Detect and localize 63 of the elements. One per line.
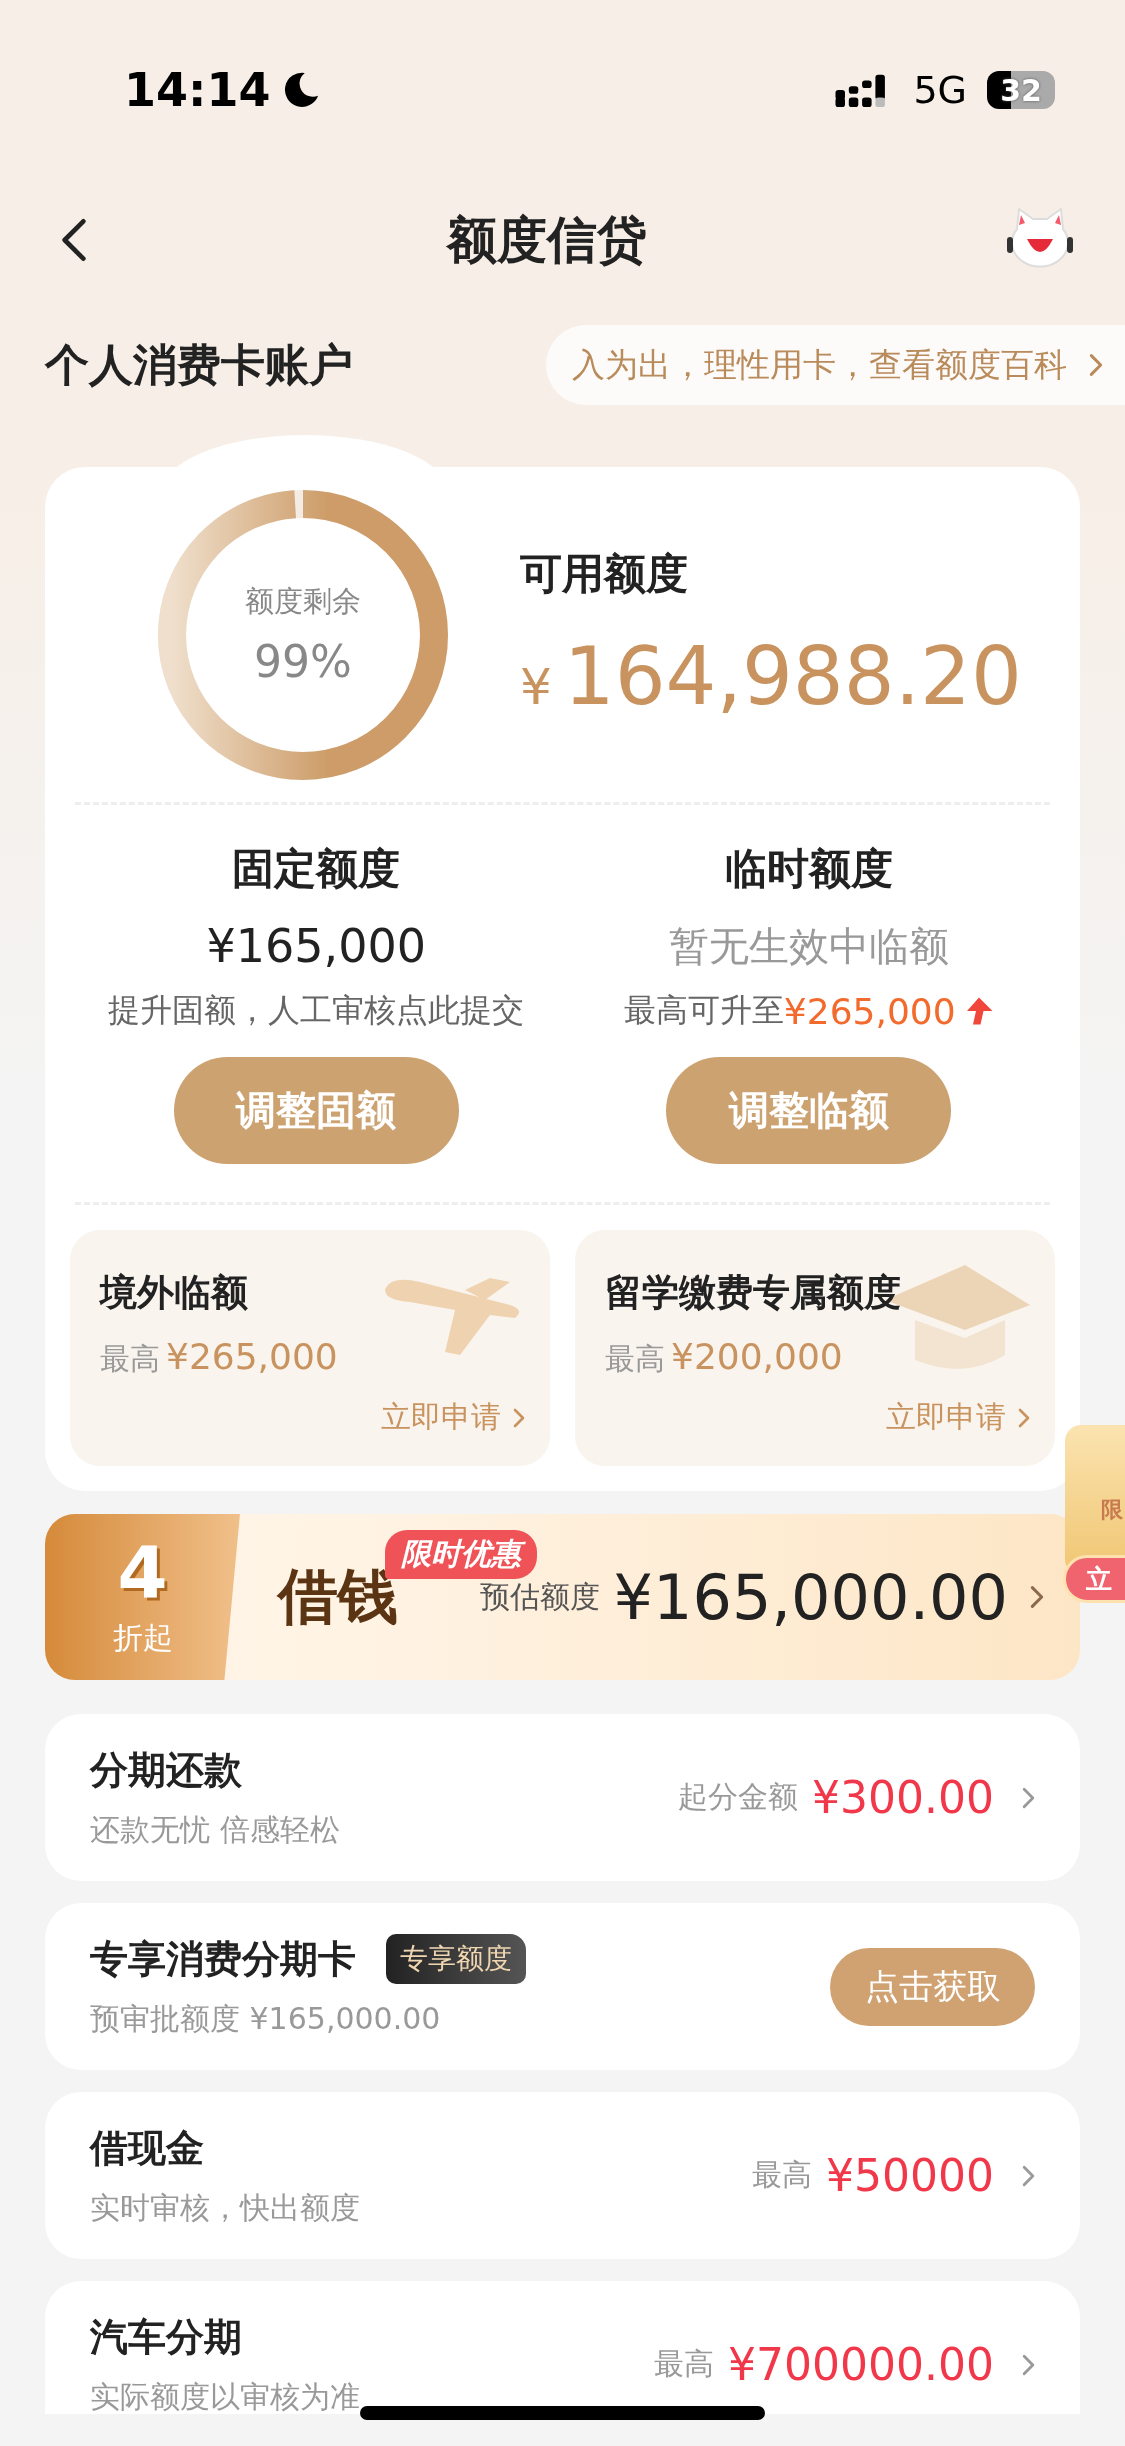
discount-unit: 折起 — [112, 1618, 173, 1657]
ring-percent: 99% — [254, 636, 352, 687]
chevron-icon — [1018, 1406, 1030, 1429]
ring-label: 额度剩余 — [245, 583, 361, 620]
product-card[interactable]: 借现金 实时审核，快出额度 最高 ¥50000 — [45, 2092, 1080, 2259]
network-label: 5G — [913, 68, 967, 112]
adjust-button[interactable]: 调整临额 — [666, 1057, 952, 1164]
discount-value: 4 — [117, 1535, 168, 1608]
product-card[interactable]: 专享消费分期卡 专享额度 预审批额度 ¥165,000.00 点击获取 — [45, 1903, 1080, 2070]
get-button[interactable]: 点击获取 — [830, 1947, 1035, 2026]
product-title: 借现金 — [90, 2124, 204, 2172]
section-title: 个人消费卡账户 — [45, 337, 353, 392]
product-card[interactable]: 分期还款 还款无忧 倍感轻松 起分金额 ¥300.00 — [45, 1714, 1080, 1881]
offer-title: 留学缴费专属额度 — [605, 1270, 902, 1316]
limit-title: 固定额度 — [232, 843, 401, 895]
estimate-amount: ¥165,000.00 — [613, 1560, 1008, 1634]
clock-time: 14:14 — [124, 63, 271, 117]
product-title: 汽车分期 — [90, 2313, 242, 2361]
offer-title: 境外临额 — [100, 1270, 249, 1316]
moon-icon — [282, 71, 321, 109]
product-amount: ¥300.00 — [812, 1772, 994, 1823]
adjust-button[interactable]: 调整固额 — [173, 1057, 459, 1164]
product-tag: 专享额度 — [386, 1934, 526, 1984]
page-title: 额度信贷 — [446, 209, 647, 271]
chevron-icon — [1022, 1785, 1035, 1810]
limit-max-amount: ¥265,000 — [783, 990, 956, 1032]
limit-title: 临时额度 — [724, 843, 893, 895]
chevron-icon — [513, 1406, 525, 1429]
chevron-icon — [1022, 2163, 1035, 2188]
limit-status: 暂无生效中临额 — [668, 922, 949, 971]
back-button[interactable] — [60, 216, 88, 264]
product-card[interactable]: 汽车分期 实际额度以审核为准 最高 ¥700000.00 — [45, 2281, 1080, 2414]
limit-note: 最高可升至 — [623, 990, 784, 1031]
chevron-icon — [1030, 1584, 1044, 1610]
available-label: 可用额度 — [520, 548, 689, 600]
offer-prefix: 最高 — [100, 1340, 160, 1378]
apply-link[interactable]: 立即申请 — [381, 1397, 525, 1438]
currency-sign: ¥ — [520, 658, 552, 716]
tip-link[interactable]: 入为出，理性用卡，查看额度百科 — [546, 325, 1125, 405]
promo-button[interactable]: 立 — [1063, 1555, 1125, 1603]
product-amount: ¥50000 — [826, 2150, 994, 2201]
estimate-label: 预估额度 — [479, 1577, 600, 1616]
product-subtitle: 实时审核，快出额度 — [90, 2188, 360, 2227]
product-title: 分期还款 — [90, 1746, 242, 1794]
product-title: 专享消费分期卡 — [90, 1935, 356, 1983]
available-amount: 164,988.20 — [563, 630, 1022, 723]
amount-label: 最高 — [654, 2345, 715, 2383]
product-amount: ¥700000.00 — [728, 2339, 994, 2390]
chevron-icon — [1089, 352, 1103, 378]
offer-amount: ¥200,000 — [671, 1336, 843, 1377]
promo-tag: 限 — [1101, 1495, 1123, 1525]
product-subtitle: 还款无忧 倍感轻松 — [90, 1810, 340, 1849]
product-subtitle: 预审批额度 ¥165,000.00 — [90, 1999, 442, 2038]
amount-label: 起分金额 — [678, 1778, 799, 1816]
apply-link[interactable]: 立即申请 — [886, 1397, 1030, 1438]
limit-amount: ¥165,000 — [206, 919, 426, 975]
product-subtitle: 实际额度以审核为准 — [90, 2377, 360, 2414]
chevron-icon — [1022, 2352, 1035, 2377]
back-icon — [60, 216, 88, 264]
offer-prefix: 最高 — [605, 1340, 665, 1378]
limit-note[interactable]: 提升固额，人工审核点此提交 — [108, 989, 525, 1033]
offer-amount: ¥265,000 — [166, 1336, 338, 1377]
amount-label: 最高 — [752, 2156, 813, 2194]
